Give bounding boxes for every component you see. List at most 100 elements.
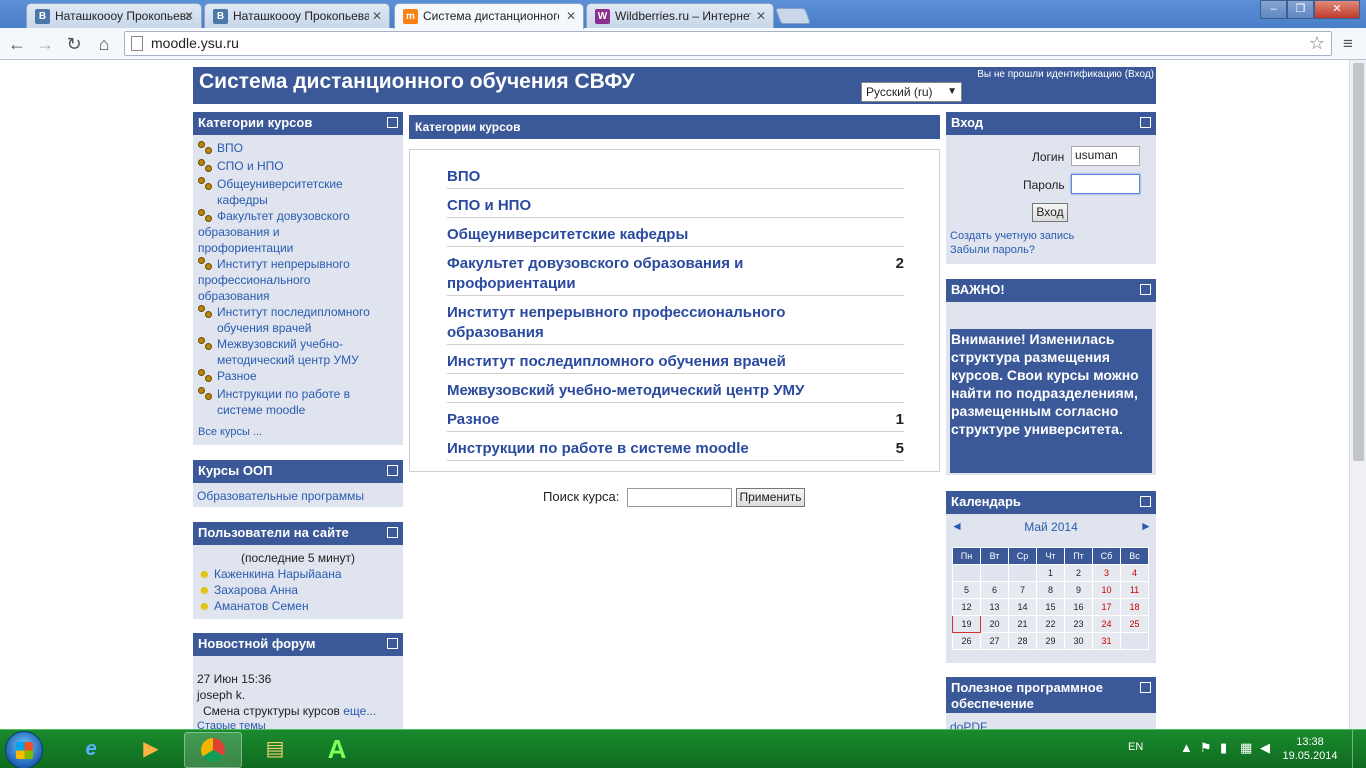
calendar-day[interactable]: 21 (1008, 615, 1037, 633)
chrome-taskbar-icon[interactable] (184, 732, 242, 768)
ie-icon[interactable]: e (62, 732, 120, 768)
calendar-day[interactable]: 13 (980, 598, 1009, 616)
hide-block-icon[interactable] (1140, 117, 1151, 128)
calendar-day[interactable]: 7 (1008, 581, 1037, 599)
category-link-mumc[interactable]: Межвузовский учебно-методический центр У… (198, 336, 378, 368)
calendar-day[interactable]: 19 (952, 615, 981, 633)
app-a-icon[interactable]: A (308, 732, 366, 768)
minimize-icon[interactable]: – (1260, 0, 1287, 19)
tab-vk-2[interactable]: B Наташкоооу Прокопьева ✕ (204, 3, 390, 28)
calendar-day[interactable]: 18 (1120, 598, 1149, 616)
category-row[interactable]: Инструкции по работе в системе moodle 5 (447, 439, 904, 461)
category-row[interactable]: Институт непрерывного профессионального … (447, 303, 904, 345)
explorer-icon[interactable]: ▤ (246, 732, 304, 768)
login-link[interactable]: Вход (1128, 69, 1151, 80)
calendar-day[interactable]: 10 (1092, 581, 1121, 599)
calendar-day[interactable]: 28 (1008, 632, 1037, 650)
category-link-kafedry[interactable]: Общеуниверситетские кафедры (198, 176, 373, 208)
calendar-day[interactable]: 17 (1092, 598, 1121, 616)
calendar-day[interactable]: 15 (1036, 598, 1065, 616)
category-row[interactable]: СПО и НПО (447, 196, 904, 218)
calendar-day[interactable]: 4 (1120, 564, 1149, 582)
calendar-day[interactable]: 5 (952, 581, 981, 599)
old-topics-link[interactable]: Старые темы (197, 720, 266, 729)
category-row[interactable]: Факультет довузовского образования и про… (447, 254, 904, 296)
hide-block-icon[interactable] (387, 465, 398, 476)
hide-block-icon[interactable] (1140, 682, 1151, 693)
close-icon[interactable]: ✕ (566, 4, 576, 28)
vertical-scrollbar[interactable] (1349, 60, 1366, 729)
bookmark-star-icon[interactable]: ☆ (1309, 32, 1325, 55)
tab-wildberries[interactable]: W Wildberries.ru – Интернет ✕ (586, 3, 774, 28)
category-link-moodle[interactable]: Инструкции по работе в системе moodle (198, 386, 378, 418)
hide-block-icon[interactable] (387, 638, 398, 649)
calendar-day[interactable]: 22 (1036, 615, 1065, 633)
start-button[interactable] (5, 731, 43, 768)
news-more-link[interactable]: еще... (343, 704, 376, 718)
address-bar[interactable]: moodle.ysu.ru ☆ (124, 31, 1332, 56)
forward-arrow-icon[interactable]: → (33, 33, 57, 55)
category-row[interactable]: ВПО (447, 167, 904, 189)
category-link-spo[interactable]: СПО и НПО (198, 158, 398, 174)
category-link-ipov[interactable]: Институт последипломного обучения врачей (198, 304, 388, 336)
calendar-day[interactable]: 12 (952, 598, 981, 616)
course-search-input[interactable] (627, 488, 732, 507)
calendar-day[interactable]: 24 (1092, 615, 1121, 633)
calendar-day[interactable]: 23 (1064, 615, 1093, 633)
calendar-day[interactable]: 16 (1064, 598, 1093, 616)
calendar-day[interactable]: 11 (1120, 581, 1149, 599)
calendar-month[interactable]: Май 2014 (946, 520, 1156, 534)
next-month-icon[interactable]: ► (1140, 519, 1152, 533)
online-user[interactable]: ☻ Аманатов Семен (198, 599, 309, 613)
clock[interactable]: 13:38 19.05.2014 (1280, 735, 1340, 763)
maximize-icon[interactable]: ❐ (1287, 0, 1314, 19)
category-link-fdo[interactable]: Факультет довузовского образования и про… (198, 208, 373, 256)
calendar-day[interactable]: 25 (1120, 615, 1149, 633)
calendar-day[interactable]: 1 (1036, 564, 1065, 582)
calendar-day[interactable]: 30 (1064, 632, 1093, 650)
close-icon[interactable]: ✕ (756, 4, 766, 28)
calendar-day[interactable]: 9 (1064, 581, 1093, 599)
calendar-day[interactable]: 29 (1036, 632, 1065, 650)
back-arrow-icon[interactable]: ← (5, 33, 29, 55)
category-row[interactable]: Разное 1 (447, 410, 904, 432)
network-icon[interactable]: ▦ (1240, 740, 1252, 756)
home-icon[interactable]: ⌂ (92, 33, 116, 55)
tab-vk-1[interactable]: B Наташкоооу Прокопьева ✕ (26, 3, 202, 28)
calendar-day[interactable]: 3 (1092, 564, 1121, 582)
calendar-day[interactable]: 8 (1036, 581, 1065, 599)
forgot-password-link[interactable]: Забыли пароль? (950, 244, 1035, 256)
tray-expand-icon[interactable]: ▲ (1180, 740, 1193, 755)
close-icon[interactable]: ✕ (184, 4, 194, 28)
edu-programs-link[interactable]: Образовательные программы (197, 489, 364, 503)
calendar-day[interactable]: 26 (952, 632, 981, 650)
device-icon[interactable]: ▮ (1220, 740, 1227, 756)
calendar-day[interactable]: 14 (1008, 598, 1037, 616)
software-link[interactable]: doPDF (950, 720, 987, 729)
password-input[interactable] (1071, 174, 1140, 194)
keyboard-language[interactable]: EN (1128, 741, 1143, 753)
close-icon[interactable]: ✕ (372, 4, 382, 28)
volume-icon[interactable]: ◀ (1260, 740, 1270, 756)
online-user[interactable]: ☻ Захарова Анна (198, 583, 298, 597)
tab-moodle[interactable]: m Система дистанционного ✕ (394, 3, 584, 29)
category-link-vpo[interactable]: ВПО (198, 140, 398, 156)
calendar-day[interactable]: 31 (1092, 632, 1121, 650)
login-input[interactable]: usuman (1071, 146, 1140, 166)
all-courses-link[interactable]: Все курсы ... (198, 424, 398, 440)
media-player-icon[interactable]: ▶ (122, 732, 180, 768)
hide-block-icon[interactable] (1140, 496, 1151, 507)
reload-icon[interactable]: ↻ (62, 33, 86, 55)
online-user[interactable]: ☻ Каженкина Нарыйаана (198, 567, 342, 581)
calendar-day[interactable]: 2 (1064, 564, 1093, 582)
flag-icon[interactable]: ⚑ (1200, 740, 1212, 756)
category-link-inpo[interactable]: Институт непрерывного профессионального … (198, 256, 373, 304)
category-row[interactable]: Общеуниверситетские кафедры (447, 225, 904, 247)
hide-block-icon[interactable] (1140, 284, 1151, 295)
category-row[interactable]: Межвузовский учебно-методический центр У… (447, 381, 904, 403)
language-select[interactable]: Русский (ru) ▼ (861, 82, 962, 102)
hide-block-icon[interactable] (387, 527, 398, 538)
show-desktop-button[interactable] (1352, 730, 1366, 768)
scrollbar-thumb[interactable] (1353, 63, 1364, 461)
window-close-icon[interactable]: ✕ (1314, 0, 1360, 19)
